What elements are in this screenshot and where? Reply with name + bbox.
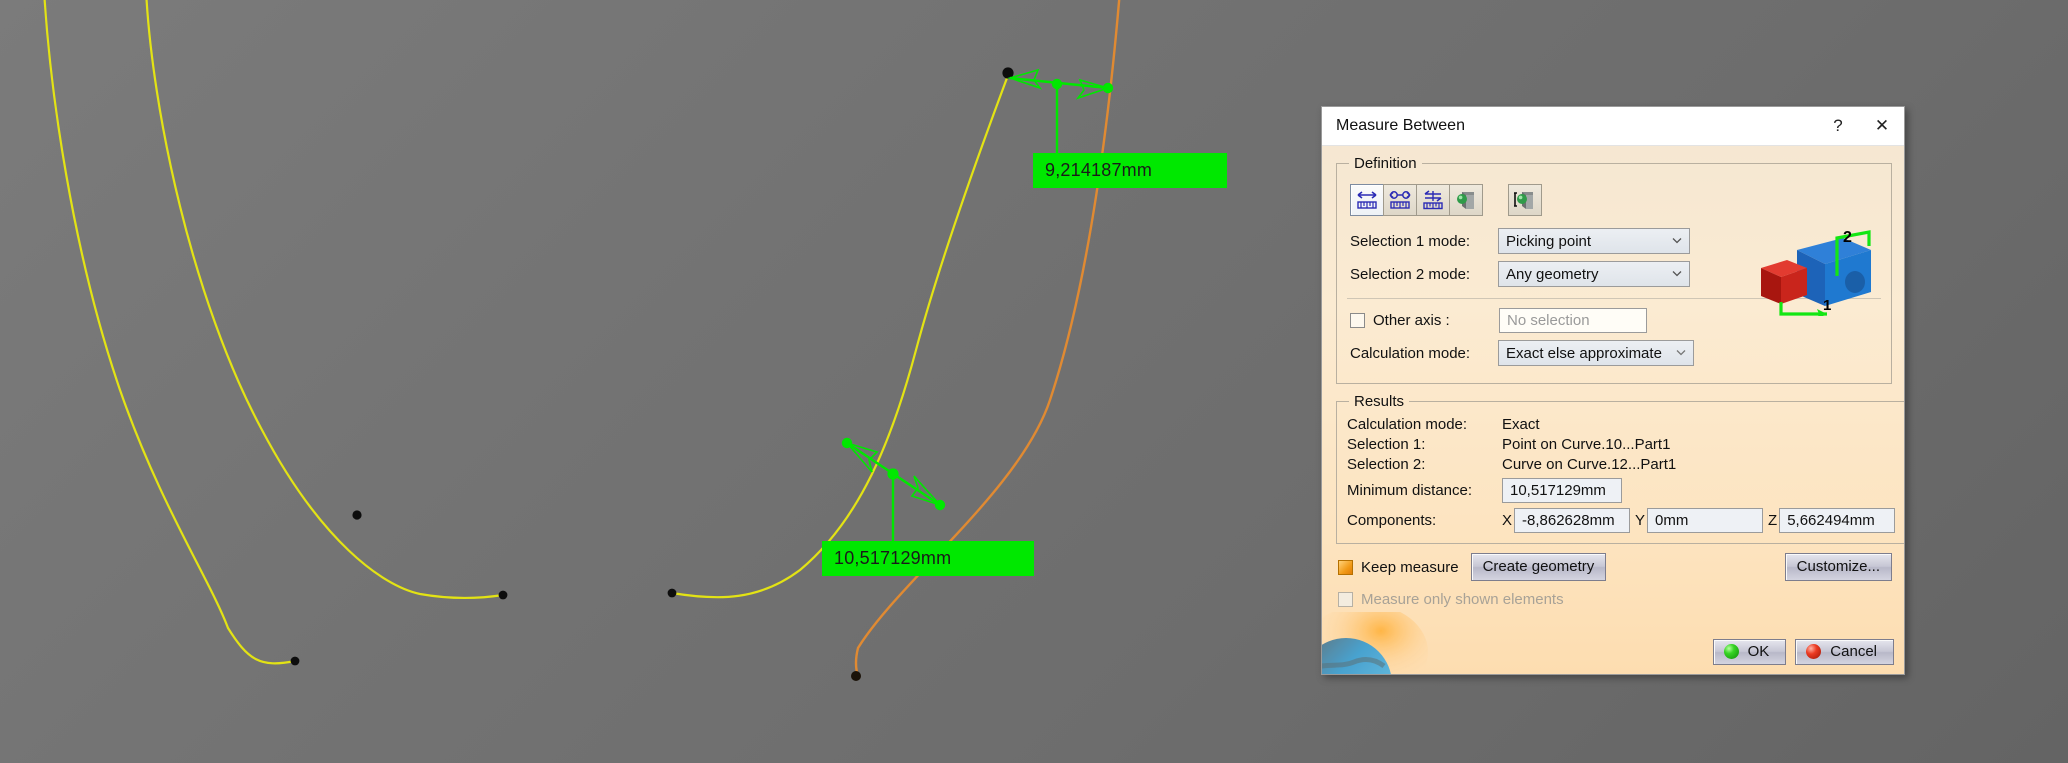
result-row: Selection 2: Curve on Curve.12...Part1: [1347, 456, 1895, 473]
measure-preview-cube: 1 2: [1761, 229, 1871, 316]
result-value: Exact: [1502, 416, 1540, 433]
curve-yellow-2: [145, 0, 504, 600]
other-axis-field[interactable]: No selection: [1499, 308, 1647, 333]
curve-point-marker: [667, 588, 677, 598]
keep-measure-checkbox[interactable]: [1338, 559, 1353, 575]
keep-measure-label: Keep measure: [1361, 558, 1459, 576]
measure-between-icon[interactable]: [1350, 184, 1384, 216]
component-z-field[interactable]: 5,662494mm: [1779, 508, 1896, 533]
measure-item-icon[interactable]: [1449, 184, 1483, 216]
help-button[interactable]: ?: [1816, 107, 1860, 145]
curve-point-marker: [352, 510, 362, 520]
axis-rows: Other axis : No selection Calculation mo…: [1350, 308, 1881, 366]
measure-only-shown-checkbox: [1338, 592, 1353, 607]
minimum-distance-field[interactable]: 10,517129mm: [1502, 478, 1622, 503]
dialog-title: Measure Between: [1336, 117, 1465, 134]
curve-yellow-1: [43, 0, 296, 665]
curve-point-marker: [498, 590, 508, 600]
results-group: Results Calculation mode: Exact Selectio…: [1336, 393, 1904, 544]
calculation-mode-row: Calculation mode: Exact else approximate: [1350, 340, 1881, 366]
other-axis-label: Other axis :: [1373, 312, 1450, 329]
ok-button[interactable]: OK: [1712, 639, 1787, 665]
measure-only-shown-row: Measure only shown elements: [1338, 591, 1892, 608]
ok-button-label: OK: [1747, 643, 1770, 660]
result-row: Selection 1: Point on Curve.10...Part1: [1347, 436, 1895, 453]
dialog-action-bar: OK Cancel: [1712, 639, 1894, 665]
component-x-field[interactable]: -8,862628mm: [1514, 508, 1631, 533]
minimum-distance-row: Minimum distance: 10,517129mm: [1347, 478, 1895, 503]
result-value: Curve on Curve.12...Part1: [1502, 456, 1677, 473]
globe-watermark-icon: [1322, 612, 1428, 674]
measure-between-dialog[interactable]: Measure Between ? ✕ Definition 1 2 Selec…: [1321, 106, 1905, 675]
measure-only-shown-label: Measure only shown elements: [1361, 591, 1564, 608]
selection2-mode-select[interactable]: Any geometry: [1498, 261, 1690, 287]
result-key: Selection 1:: [1347, 436, 1426, 453]
components-row: Components: X -8,862628mm Y 0mm Z 5,6624…: [1347, 508, 1896, 533]
component-y-axis-label: Y: [1635, 512, 1646, 529]
other-axis-checkbox[interactable]: [1350, 313, 1365, 328]
ok-sphere-icon: [1723, 644, 1739, 659]
measurement-label-lower[interactable]: 10,517129mm: [822, 541, 1034, 576]
calculation-mode-label: Calculation mode:: [1350, 344, 1471, 362]
selection1-mode-select[interactable]: Picking point: [1498, 228, 1690, 254]
selection2-mode-value: Any geometry: [1506, 265, 1599, 283]
measure-item-other-icon[interactable]: [1508, 184, 1542, 216]
cancel-sphere-icon: [1806, 644, 1822, 659]
measurement-label-upper[interactable]: 9,214187mm: [1033, 153, 1227, 188]
component-x-axis-label: X: [1502, 512, 1513, 529]
customize-button[interactable]: Customize...: [1784, 553, 1892, 581]
dimension-lower: [841, 437, 946, 555]
close-icon[interactable]: ✕: [1860, 107, 1904, 145]
chevron-down-icon: [1676, 350, 1686, 356]
cancel-button-label: Cancel: [1830, 643, 1877, 660]
svg-text:1: 1: [1823, 297, 1831, 314]
component-z-axis-label: Z: [1768, 512, 1778, 529]
definition-group: Definition 1 2 Selection 1 mode: Picking…: [1336, 155, 1892, 384]
selection1-mode-value: Picking point: [1506, 232, 1592, 250]
definition-legend: Definition: [1354, 155, 1417, 172]
curve-yellow-3: [671, 69, 1012, 599]
result-key: Calculation mode:: [1347, 416, 1468, 433]
component-y-field[interactable]: 0mm: [1647, 508, 1764, 533]
chevron-down-icon: [1672, 238, 1682, 244]
results-legend: Results: [1354, 393, 1405, 410]
result-row: Calculation mode: Exact: [1347, 416, 1895, 433]
footer-controls-row: Keep measure Create geometry Customize..…: [1338, 553, 1892, 581]
dialog-titlebar: Measure Between ? ✕: [1322, 107, 1904, 146]
result-value: Point on Curve.10...Part1: [1502, 436, 1671, 453]
measure-between-two-points-icon[interactable]: [1383, 184, 1417, 216]
result-key: Selection 2:: [1347, 456, 1426, 473]
measure-between-chain-icon[interactable]: [1416, 184, 1450, 216]
chevron-down-icon: [1672, 271, 1682, 277]
svg-text:2: 2: [1843, 229, 1852, 246]
calculation-mode-value: Exact else approximate: [1506, 344, 1662, 362]
cancel-button[interactable]: Cancel: [1795, 639, 1894, 665]
dialog-body: Definition 1 2 Selection 1 mode: Picking…: [1322, 146, 1904, 608]
measure-mode-toolbar[interactable]: [1350, 184, 1881, 216]
minimum-distance-label: Minimum distance:: [1347, 482, 1473, 499]
dimension-upper: [1007, 68, 1114, 160]
selection1-label: Selection 1 mode:: [1350, 232, 1471, 250]
curve-point-marker: [290, 656, 300, 666]
selection2-label: Selection 2 mode:: [1350, 265, 1471, 283]
components-label: Components:: [1347, 512, 1437, 529]
create-geometry-button[interactable]: Create geometry: [1470, 553, 1607, 581]
calculation-mode-select[interactable]: Exact else approximate: [1498, 340, 1694, 366]
curve-point-marker: [851, 671, 861, 681]
